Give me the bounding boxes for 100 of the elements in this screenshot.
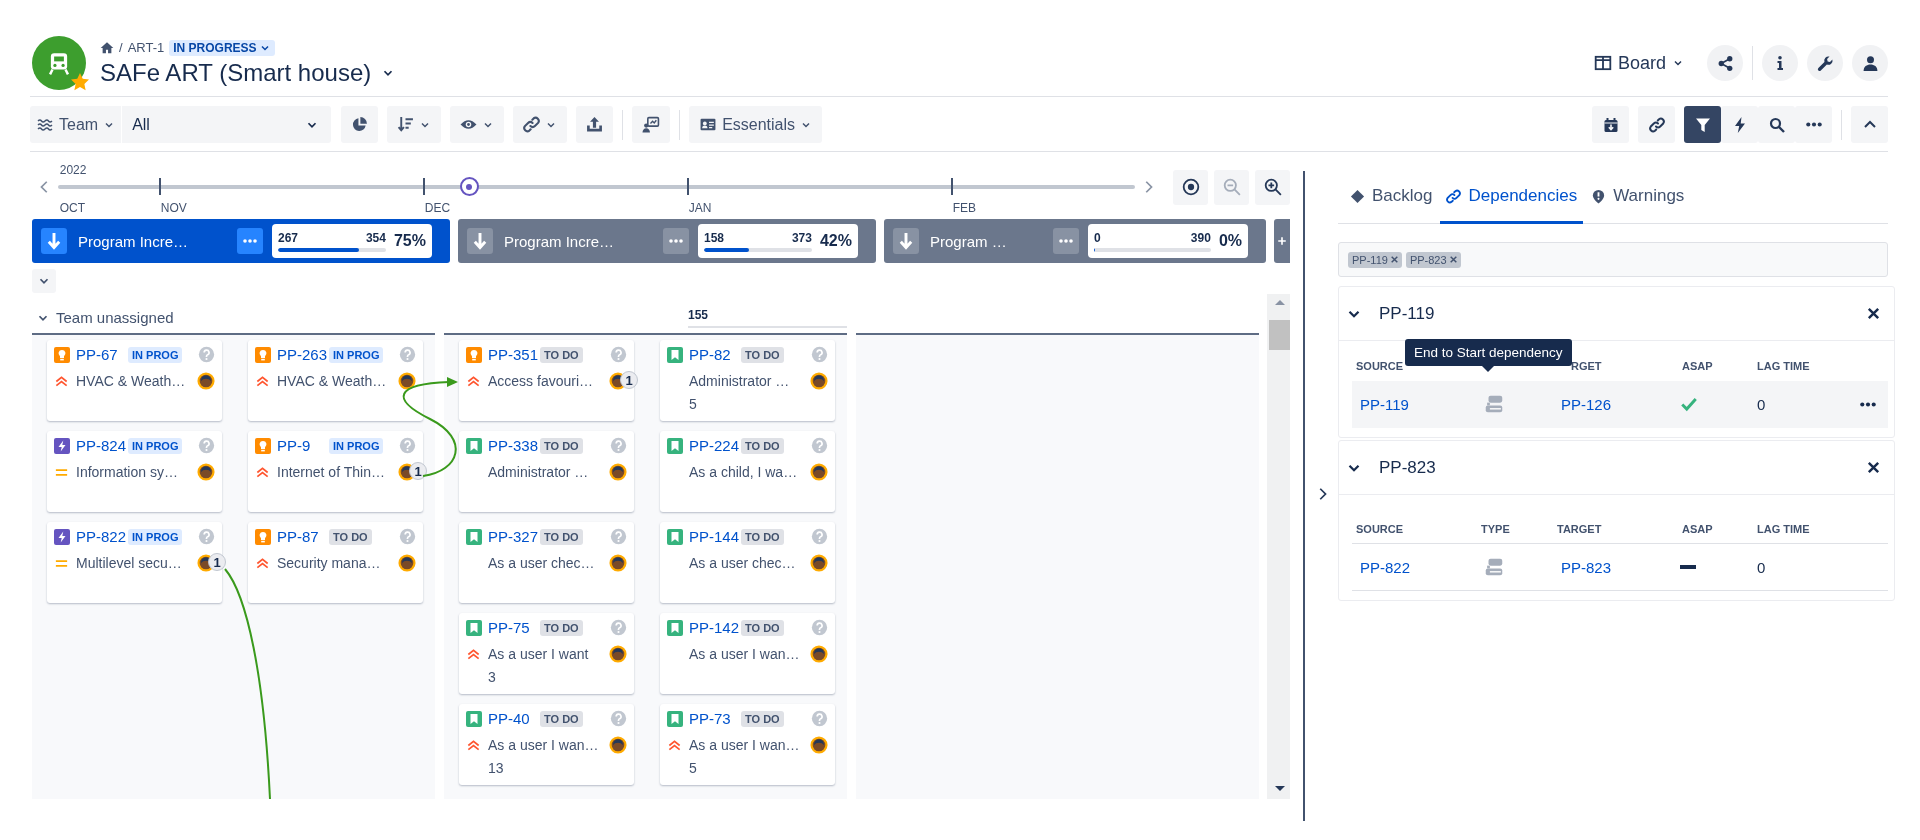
issue-key[interactable]: PP-224 [689,437,741,454]
issue-card[interactable]: PP-73 TO DO As a user I wan… 5 [660,704,835,785]
issue-key[interactable]: PP-338 [488,437,540,454]
dependency-group-title: PP-823 [1379,457,1436,478]
issue-card[interactable]: PP-75 TO DO As a user I want 3 [459,613,634,694]
link-count-badge[interactable]: 1 [620,371,638,389]
today-marker[interactable] [459,177,479,196]
increment-name: Program Incre… [78,232,190,250]
issue-card[interactable]: PP-142 TO DO As a user I wan… [660,613,835,694]
story-points: 3 [488,669,497,685]
help-icon [399,346,416,363]
settings-button[interactable] [1807,45,1843,81]
issue-card[interactable]: PP-67 IN PROG HVAC & Weath… [47,340,222,421]
expand-button[interactable] [32,269,56,293]
dependency-arrow[interactable] [402,377,458,477]
program-increment-bar[interactable]: Program Incre… 267 354 75% [32,219,450,263]
collapse-button[interactable] [1851,106,1888,143]
more-button[interactable] [1860,401,1876,407]
share-button[interactable] [1707,45,1743,81]
program-increment-bar[interactable]: Program … 0 390 0% [884,219,1266,263]
close-button[interactable] [1866,460,1881,475]
issue-card[interactable]: PP-40 TO DO As a user I wan… 13 [459,704,634,785]
issue-summary: Access favouri… [488,373,595,389]
breadcrumb-link[interactable]: ART-1 [127,40,165,55]
issue-key[interactable]: PP-822 [76,528,128,545]
group-by-dropdown[interactable]: Team [30,106,122,143]
robot-icon [46,50,72,76]
issue-key[interactable]: PP-87 [277,528,329,545]
issue-key[interactable]: PP-75 [488,619,540,636]
issue-key[interactable]: PP-351 [488,346,540,363]
panel-tab[interactable]: Warnings [1585,171,1691,224]
issue-key[interactable]: PP-67 [76,346,128,363]
target-link[interactable]: PP-126 [1553,395,1678,413]
issue-card[interactable]: PP-338 TO DO Administrator … [459,431,634,512]
export-button[interactable] [576,106,614,143]
bookmark-icon [466,619,482,636]
chart-button[interactable] [341,106,379,143]
issue-card[interactable]: PP-82 TO DO Administrator … 5 [660,340,835,421]
issue-card[interactable]: PP-144 TO DO As a user chec… [660,522,835,603]
user-button[interactable] [1852,45,1888,81]
link-count-badge[interactable]: 1 [409,462,427,480]
close-button[interactable] [1866,306,1881,321]
issue-key[interactable]: PP-263 [277,346,329,363]
bookmark-icon [667,528,683,545]
issue-filter-field[interactable]: PP-119 PP-823 [1338,242,1888,277]
issue-card[interactable]: PP-824 IN PROG Information sy… [47,431,222,512]
column-header: TYPE [1480,523,1511,535]
calendar-icon [1602,116,1619,133]
help-icon [610,619,627,636]
panel-tab[interactable]: Backlog [1344,171,1439,224]
filter-chip[interactable]: PP-119 [1348,251,1402,268]
go-to-today-button[interactable] [1173,169,1208,205]
filter-chip[interactable]: PP-823 [1405,251,1461,268]
issue-key[interactable]: PP-327 [488,528,540,545]
info-button[interactable] [1762,45,1798,81]
issue-card[interactable]: PP-224 TO DO As a child, I wa… [660,431,835,512]
presentation-icon [642,116,661,133]
issue-key[interactable]: PP-73 [689,710,741,727]
source-link[interactable]: PP-822 [1352,558,1477,576]
presentation-button[interactable] [632,106,671,143]
status-badge: TO DO [540,710,583,727]
fields-dropdown[interactable]: Essentials [689,106,823,143]
issue-key[interactable]: PP-40 [488,710,540,727]
dependency-line[interactable] [224,568,271,799]
source-link[interactable]: PP-119 [1352,395,1477,413]
issue-key[interactable]: PP-82 [689,346,741,363]
view-dropdown[interactable]: Board [1593,52,1684,74]
target-link[interactable]: PP-823 [1553,558,1678,576]
lightbulb-icon [54,346,70,363]
issue-key[interactable]: PP-144 [689,528,741,545]
issue-card[interactable]: PP-263 IN PROG HVAC & Weath… [248,340,423,421]
filter-button[interactable] [1684,106,1721,143]
progress-percent: 42% [819,232,852,250]
lightbulb-icon [255,346,271,363]
more-icon [1059,239,1073,243]
issue-card[interactable]: PP-327 TO DO As a user chec… [459,522,634,603]
avatar-icon [810,736,828,754]
links-button[interactable] [1638,106,1675,143]
issue-key[interactable]: PP-9 [277,437,329,454]
double-chevron-up-icon [255,373,270,389]
panel-tab[interactable]: Dependencies [1440,171,1584,224]
scrollbar[interactable] [1267,294,1290,799]
issue-key[interactable]: PP-142 [689,619,741,636]
program-increment-bar[interactable]: Program Incre… 158 373 42% [458,219,876,263]
column-count: 155 [688,308,847,328]
calendar-button[interactable] [1592,106,1629,143]
zoom-in-button[interactable] [1255,169,1290,205]
status-badge: TO DO [540,346,583,363]
view-options-button[interactable] [450,106,505,143]
dependency-row[interactable]: PP-822 PP-823 0 [1352,544,1888,591]
team-select[interactable]: All [121,106,332,143]
quick-actions-button[interactable] [1721,106,1758,143]
sort-button[interactable] [387,106,442,143]
links-button[interactable] [513,106,568,143]
issue-card[interactable]: PP-87 TO DO Security mana… [248,522,423,603]
status-dropdown[interactable]: IN PROGRESS [169,39,275,56]
link-count-badge[interactable]: 1 [208,553,226,571]
issue-key[interactable]: PP-824 [76,437,128,454]
add-button[interactable] [1274,219,1290,263]
dependency-row[interactable]: PP-119 PP-126 0 [1352,381,1888,428]
